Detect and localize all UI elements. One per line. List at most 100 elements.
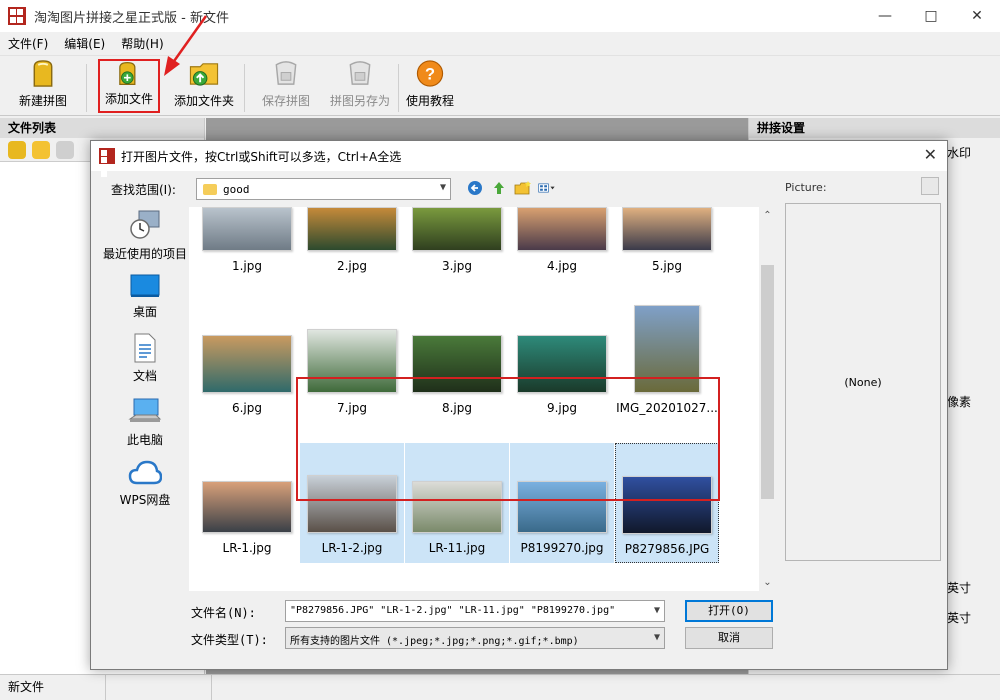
- place-documents-label: 文档: [132, 369, 157, 383]
- dialog-title-bar: 打开图片文件，按Ctrl或Shift可以多选，Ctrl+A全选 ✕: [91, 141, 947, 177]
- place-documents[interactable]: 文档: [97, 333, 193, 384]
- file-item[interactable]: LR-1-2.jpg: [300, 443, 404, 563]
- file-name-label: 1.jpg: [231, 259, 263, 273]
- file-item[interactable]: 9.jpg: [510, 295, 614, 415]
- save-collage-button[interactable]: 保存拼图: [256, 59, 316, 113]
- file-name-label: 9.jpg: [546, 401, 578, 415]
- place-this-pc-label: 此电脑: [126, 433, 163, 447]
- filetype-dropdown[interactable]: 所有支持的图片文件 (*.jpeg;*.jpg;*.png;*.gif;*.bm…: [285, 627, 665, 649]
- file-name-label: 2.jpg: [336, 259, 368, 273]
- preview-value: (None): [844, 375, 882, 389]
- place-this-pc[interactable]: 此电脑: [97, 397, 193, 448]
- filename-input[interactable]: "P8279856.JPG" "LR-1-2.jpg" "LR-11.jpg" …: [285, 600, 665, 622]
- filename-label: 文件名(N):: [191, 606, 256, 620]
- tutorial-button[interactable]: ? 使用教程: [402, 59, 458, 113]
- file-item[interactable]: 3.jpg: [405, 207, 509, 299]
- stitch-settings-title: 拼接设置: [749, 118, 1000, 138]
- file-thumbnail: [634, 305, 700, 393]
- back-icon[interactable]: [466, 179, 484, 197]
- chevron-down-icon: ▼: [653, 632, 660, 643]
- view-menu-icon[interactable]: [538, 179, 556, 197]
- file-item[interactable]: 8.jpg: [405, 295, 509, 415]
- dialog-title: 打开图片文件，按Ctrl或Shift可以多选，Ctrl+A全选: [121, 149, 402, 164]
- place-wps-cloud[interactable]: WPS网盘: [97, 459, 193, 508]
- add-file-small-icon[interactable]: [8, 140, 26, 159]
- file-item[interactable]: 6.jpg: [195, 295, 299, 415]
- cancel-button[interactable]: 取消: [685, 627, 773, 649]
- preview-pane: (None): [785, 203, 941, 561]
- save-as-button[interactable]: 拼图另存为: [326, 59, 394, 113]
- menu-edit[interactable]: 编辑(E): [56, 32, 113, 56]
- place-desktop-label: 桌面: [132, 305, 157, 319]
- add-file-label: 添加文件: [104, 92, 153, 106]
- file-item[interactable]: IMG_20201027...: [615, 295, 719, 415]
- pixel-label-fragment: 像素: [947, 395, 972, 409]
- preview-toggle-icon[interactable]: [921, 177, 939, 195]
- dialog-app-icon: [99, 148, 115, 177]
- file-item[interactable]: LR-11.jpg: [405, 443, 509, 563]
- status-cell: [106, 675, 212, 700]
- file-item[interactable]: 4.jpg: [510, 207, 614, 299]
- file-thumbnail: [412, 335, 502, 393]
- minimize-button[interactable]: —: [862, 0, 908, 32]
- red-arrow-annotation-icon: [164, 15, 208, 76]
- file-thumbnail: [412, 481, 502, 533]
- documents-icon: [134, 333, 156, 363]
- maximize-button[interactable]: □: [908, 0, 954, 32]
- filetype-value: 所有支持的图片文件 (*.jpeg;*.jpg;*.png;*.gif;*.bm…: [290, 636, 579, 647]
- file-name-label: P8199270.jpg: [520, 541, 604, 555]
- file-thumbnail-list: 1.jpg 2.jpg 3.jpg 4.jpg 5.jpg 6.jpg 7.jpg 8.jpg…: [189, 207, 759, 591]
- file-item[interactable]: P8279856.JPG: [615, 443, 719, 563]
- look-in-dropdown[interactable]: good ▼: [196, 178, 451, 200]
- file-item[interactable]: 2.jpg: [300, 207, 404, 299]
- file-item[interactable]: 7.jpg: [300, 295, 404, 415]
- look-in-value: good: [223, 182, 250, 196]
- title-bar: 淘淘图片拼接之星正式版 - 新文件 — □ ✕: [0, 0, 1000, 32]
- chevron-down-icon: ▼: [439, 182, 446, 193]
- open-button[interactable]: 打开(O): [685, 600, 773, 622]
- file-name-label: 3.jpg: [441, 259, 473, 273]
- file-thumbnail: [622, 207, 712, 251]
- file-item[interactable]: LR-1.jpg: [195, 443, 299, 563]
- place-recent[interactable]: 最近使用的项目: [97, 209, 193, 262]
- add-folder-small-icon[interactable]: [32, 140, 50, 159]
- filetype-label: 文件类型(T):: [191, 633, 268, 647]
- watermark-tab-fragment[interactable]: 水印: [947, 144, 971, 161]
- scroll-up-icon[interactable]: ⌃: [759, 207, 776, 224]
- file-thumbnail: [412, 207, 502, 251]
- new-collage-button[interactable]: 新建拼图: [12, 59, 74, 113]
- scrollbar-thumb[interactable]: [761, 265, 774, 499]
- app-logo-icon: [8, 7, 26, 25]
- place-desktop[interactable]: 桌面: [97, 273, 193, 320]
- file-thumbnail: [517, 207, 607, 251]
- file-name-label: 7.jpg: [336, 401, 368, 415]
- new-folder-icon[interactable]: [514, 179, 532, 197]
- file-thumbnail: [202, 481, 292, 533]
- file-item[interactable]: 5.jpg: [615, 207, 719, 299]
- close-window-button[interactable]: ✕: [954, 0, 1000, 32]
- file-name-label: LR-1-2.jpg: [321, 541, 383, 555]
- add-file-button[interactable]: 添加文件: [98, 59, 160, 113]
- file-name-label: 6.jpg: [231, 401, 263, 415]
- toolbar: 新建拼图 添加文件 添加文件夹 保存拼图 拼图另存为 ? 使用教程: [0, 56, 1000, 116]
- tutorial-label: 使用教程: [405, 94, 454, 108]
- dialog-nav-toolbar: [466, 179, 556, 197]
- file-name-label: 4.jpg: [546, 259, 578, 273]
- new-collage-label: 新建拼图: [18, 94, 67, 108]
- menu-file[interactable]: 文件(F): [0, 32, 56, 56]
- up-folder-icon[interactable]: [490, 179, 508, 197]
- filename-value: "P8279856.JPG" "LR-1-2.jpg" "LR-11.jpg" …: [290, 605, 616, 616]
- scroll-down-icon[interactable]: ⌄: [759, 574, 776, 591]
- file-thumbnail: [202, 335, 292, 393]
- cloud-icon: [128, 460, 162, 485]
- remove-file-small-icon[interactable]: [56, 140, 74, 159]
- toolbar-separator: [398, 64, 399, 112]
- file-thumbnail: [307, 475, 397, 533]
- file-item[interactable]: 1.jpg: [195, 207, 299, 299]
- dialog-close-icon[interactable]: ✕: [924, 145, 937, 164]
- file-list-scrollbar[interactable]: ⌃ ⌄: [759, 207, 776, 591]
- file-thumbnail: [517, 481, 607, 533]
- file-item[interactable]: P8199270.jpg: [510, 443, 614, 563]
- preview-label: Picture:: [785, 181, 827, 194]
- file-thumbnail: [517, 335, 607, 393]
